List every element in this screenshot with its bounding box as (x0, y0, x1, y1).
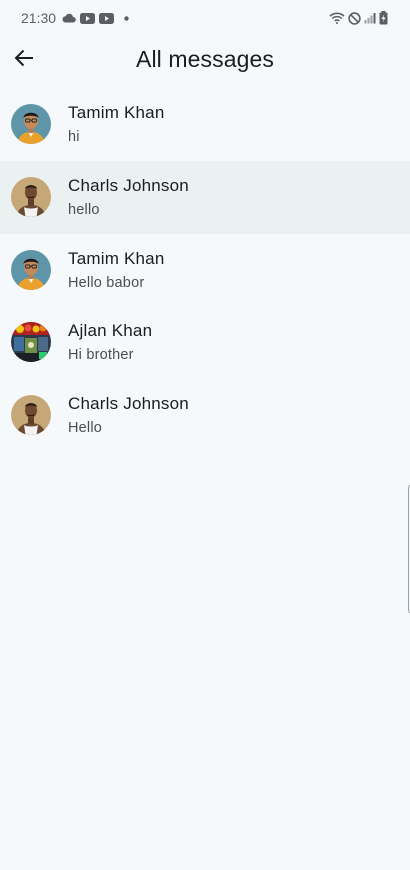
app-bar: All messages (0, 36, 410, 88)
status-right-icons (329, 11, 388, 25)
message-preview: Hello (68, 420, 103, 437)
message-preview: Hello babor (68, 274, 145, 291)
youtube-icon (80, 12, 96, 24)
avatar-charls-icon (11, 176, 51, 217)
dot-icon (124, 15, 129, 21)
avatar-charls-icon (11, 395, 51, 436)
avatar-tamim-icon (11, 104, 51, 144)
avatar (11, 322, 51, 363)
status-bar: 21:30 (0, 0, 410, 36)
message-list: Tamim Khan hi Charls Johnson hello Tamim… (0, 88, 410, 452)
message-preview: Hi brother (68, 347, 134, 364)
signal-icon (364, 12, 376, 24)
message-item[interactable]: Tamim Khan hi (0, 88, 410, 161)
contact-name: Ajlan Khan (68, 321, 153, 341)
do-not-disturb-icon (348, 11, 361, 25)
youtube-icon (99, 12, 115, 24)
message-preview: hi (68, 129, 80, 145)
message-item[interactable]: Charls Johnson hello (0, 160, 410, 234)
cloud-icon (62, 13, 76, 23)
avatar (11, 249, 51, 290)
avatar-tamim-icon (11, 249, 51, 290)
message-item[interactable]: Ajlan Khan Hi brother (0, 306, 410, 379)
contact-name: Charls Johnson (68, 175, 189, 195)
contact-name: Tamim Khan (68, 248, 165, 268)
contact-name: Tamim Khan (68, 103, 165, 122)
status-time: 21:30 (21, 10, 57, 26)
page-title: All messages (136, 46, 274, 72)
avatar (11, 176, 51, 217)
avatar-ajlan-icon (11, 322, 51, 363)
contact-name: Charls Johnson (68, 394, 189, 414)
battery-charging-icon (379, 11, 388, 25)
message-item[interactable]: Tamim Khan Hello babor (0, 234, 410, 307)
message-preview: hello (68, 201, 100, 218)
message-item[interactable]: Charls Johnson Hello (0, 379, 410, 452)
status-left-icons (62, 12, 129, 24)
avatar (11, 395, 51, 436)
wifi-icon (329, 12, 345, 24)
avatar (11, 104, 51, 144)
messages-screen: 21:30 All messages Tamim Khan hi Charls … (0, 0, 410, 870)
